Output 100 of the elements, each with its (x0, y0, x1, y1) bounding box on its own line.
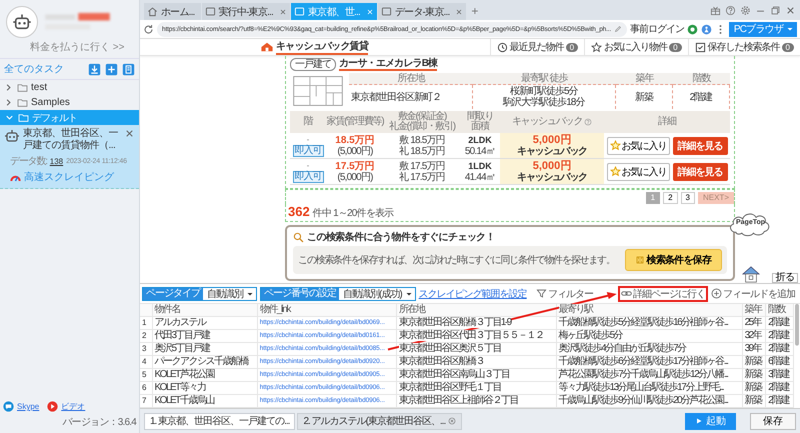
robot-icon (4, 128, 20, 144)
close-icon[interactable] (785, 4, 796, 16)
chat-icon (3, 401, 14, 412)
folder-icon (17, 97, 28, 108)
nav-link[interactable]: 保存した検索条件 0 (688, 39, 800, 56)
browser-tab[interactable]: 実行中-東京... (202, 3, 290, 20)
column-header: 物件名 (152, 304, 258, 316)
table-cell: KOLET芦花公園 (152, 368, 258, 382)
browser-tab[interactable]: ホーム... (144, 3, 201, 20)
browser-tab[interactable]: データ-東京... (378, 3, 466, 20)
floor-value: - (306, 160, 310, 170)
toolbar-button[interactable]: 詳細ページに行く (618, 286, 708, 302)
robot-icon (12, 12, 32, 32)
save-search-title: この検索条件に合う物件をすぐにチェック！ (307, 230, 496, 244)
task-tab[interactable]: 1. 東京都、世田谷区、一戸建ての... (144, 412, 296, 430)
page-button[interactable]: 2 (663, 192, 678, 204)
table-cell: 2階建 (766, 342, 794, 356)
favorite-button[interactable]: お気に入り (606, 162, 670, 180)
column-header: 築年 (616, 73, 673, 85)
favorite-button[interactable]: お気に入り (606, 136, 670, 154)
help-icon[interactable] (725, 4, 736, 16)
table-cell: 梅ヶ丘駅徒歩5分 (556, 330, 742, 342)
detail-button[interactable]: 詳細を見る (672, 136, 728, 154)
table-cell: 新築 (742, 356, 766, 368)
add-icon[interactable] (105, 62, 118, 76)
help-link[interactable]: ビデオ (61, 401, 86, 412)
count-badge: 0 (782, 42, 794, 52)
play-icon (695, 417, 703, 425)
house-logo-icon (260, 42, 274, 52)
site-logo[interactable]: キャッシュバック賃貸 (276, 39, 368, 55)
import-icon[interactable] (88, 62, 101, 76)
extension-icon[interactable] (686, 24, 698, 34)
help-icon[interactable] (584, 118, 592, 126)
table-cell: 東京都世田谷区野毛１丁目 (396, 382, 556, 394)
settings-icon[interactable] (740, 4, 751, 16)
table-cell: 39年 (742, 342, 766, 356)
folder-item[interactable]: test (0, 80, 139, 95)
save-button[interactable]: 保存 (750, 412, 796, 430)
floor-value: - (306, 134, 310, 144)
table-cell: 東京都世田谷区代田３丁目５５－１２ (396, 330, 556, 342)
close-icon[interactable] (279, 8, 288, 16)
table-cell: 桜新町駅徒歩5分 (510, 86, 578, 97)
count-badge: 0 (669, 42, 682, 52)
table-cell: 千歳船橋駅徒歩5分経堂駅徒歩16分祖師ヶ谷... (556, 316, 742, 330)
folder-icon (17, 82, 28, 93)
pencil-icon[interactable] (614, 25, 622, 33)
extension-icon[interactable] (700, 24, 712, 34)
gift-icon[interactable] (710, 4, 721, 16)
save-search-button[interactable]: 検索条件を保存 (624, 249, 722, 271)
detail-button[interactable]: 詳細を見る (672, 162, 728, 180)
table-cell: 駒沢大学駅徒歩18分 (503, 97, 584, 108)
nav-link[interactable]: 最近見た物件 0 (490, 39, 584, 56)
login-link[interactable]: 事前ログイン (630, 22, 684, 36)
deposit-value: 敷 17.5万円 (399, 160, 445, 172)
count-badge: 0 (566, 42, 578, 52)
folder-item[interactable]: Samples (0, 95, 139, 110)
close-icon[interactable] (448, 417, 456, 425)
reload-icon[interactable] (143, 24, 154, 34)
table-cell: 代田3丁目戸建 (152, 330, 258, 342)
close-icon[interactable] (366, 8, 374, 16)
help-link[interactable]: Skype (17, 402, 40, 411)
table-cell: 東京都世田谷区船橋３ (396, 356, 556, 368)
table-cell: 新築 (742, 368, 766, 382)
property-name[interactable]: カーサ・エメカレラB棟 (339, 58, 438, 71)
dropdown[interactable]: 自動識別(成功) (339, 286, 415, 300)
nav-link[interactable]: お気に入り物件 0 (584, 39, 688, 56)
toolbar-button[interactable]: フィルター (533, 286, 596, 302)
range-link[interactable]: スクレイピング範囲を設定 (418, 286, 527, 300)
table-cell: 千歳烏山駅徒歩9分仙川駅徒歩20分芦花公園... (556, 394, 742, 408)
column-header: 間取り (466, 112, 494, 122)
collapse-button[interactable]: 折る (772, 273, 798, 283)
result-count: 362 (288, 204, 310, 219)
plus-icon (711, 288, 722, 299)
play-icon (47, 401, 58, 412)
management-fee: (5,000円) (337, 146, 373, 156)
column-header: 敷金(保証金) (398, 112, 446, 122)
key-money-value: 礼 18.5万円 (399, 146, 445, 156)
table-cell: 等々力駅徒歩13分尾山台駅徒歩17分上野毛... (556, 382, 742, 394)
restore-icon[interactable] (770, 4, 781, 16)
page-button[interactable]: 3 (680, 192, 695, 204)
close-icon[interactable] (455, 8, 464, 16)
close-icon[interactable] (124, 128, 135, 139)
table-cell: 3階建 (766, 368, 794, 382)
task-title: 東京都、世田谷区、一戸建ての賃貸物件（... (23, 128, 119, 152)
availability-tag: 即入可 (292, 171, 324, 183)
task-tab[interactable]: 2. アルカステル(東京都世田谷区、... (297, 412, 462, 430)
column-header: 階数 (766, 304, 794, 316)
dropdown[interactable]: 自動識別 (203, 286, 256, 300)
column-header: 面積 (471, 122, 489, 132)
save-icon (636, 256, 644, 264)
column-header: 礼金(償却・敷引) (389, 122, 455, 132)
area-value: 41.44㎡ (464, 172, 496, 182)
toolbar-button[interactable]: フィールドを追加 (708, 286, 798, 302)
folder-icon (18, 112, 29, 123)
save-search-text: この検索条件を保存すれば、次に訪れた時にすぐに同じ条件で物件を探せます。 (298, 254, 615, 266)
column-header: 家賃(管理費等) (326, 117, 384, 127)
key-money-value: 礼 17.5万円 (399, 172, 445, 182)
management-fee: (5,000円) (337, 172, 373, 182)
document-icon[interactable] (122, 62, 135, 76)
data-count-link[interactable]: 138 (50, 156, 64, 166)
